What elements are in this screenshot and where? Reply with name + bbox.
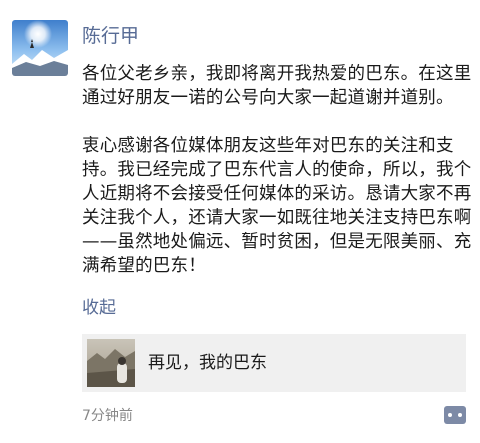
post-paragraph: 各位父老乡亲，我即将离开我热爱的巴东。在这里通过好朋友一诺的公号向大家一起道谢并… xyxy=(82,64,472,108)
post-paragraph: 衷心感谢各位媒体朋友这些年对巴东的关注和支持。我已经完成了巴东代言人的使命，所以… xyxy=(82,136,472,276)
link-thumbnail xyxy=(87,339,135,387)
comment-icon-dot xyxy=(458,413,462,417)
username[interactable]: 陈行甲 xyxy=(82,24,139,48)
comment-icon[interactable] xyxy=(444,406,466,424)
avatar[interactable] xyxy=(12,20,68,76)
collapse-link[interactable]: 收起 xyxy=(82,296,116,320)
link-title: 再见，我的巴东 xyxy=(148,353,267,373)
post-content: 各位父老乡亲，我即将离开我热爱的巴东。在这里通过好朋友一诺的公号向大家一起道谢并… xyxy=(82,62,472,278)
comment-icon-dot xyxy=(448,413,452,417)
post-timestamp: 7分钟前 xyxy=(82,408,133,424)
shared-link-card[interactable]: 再见，我的巴东 xyxy=(82,334,466,392)
moments-post: 陈行甲 各位父老乡亲，我即将离开我热爱的巴东。在这里通过好朋友一诺的公号向大家一… xyxy=(0,0,480,443)
